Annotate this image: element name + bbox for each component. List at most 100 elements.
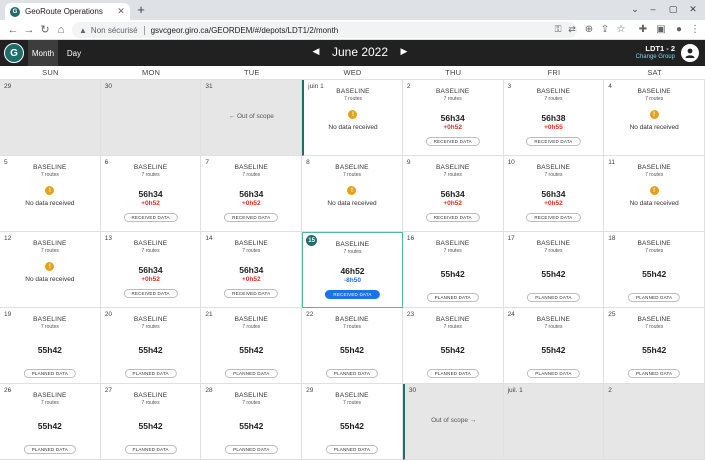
day-cell[interactable]: 27 BASELINE 7 routes 55h42 PLANNED DATA [100, 384, 202, 460]
day-cell[interactable]: 30 [100, 80, 202, 156]
star-icon[interactable]: ☆ [614, 23, 628, 37]
day-cell[interactable]: 6 BASELINE 7 routes 56h34 +0h52 RECEIVED DATA [100, 156, 202, 232]
planned-data-button[interactable]: PLANNED DATA [527, 293, 580, 302]
day-cell[interactable]: 8 BASELINE 7 routes! No data received [302, 156, 403, 232]
received-data-button[interactable]: RECEIVED DATA [325, 290, 380, 299]
day-cell[interactable]: juil. 1 [503, 384, 605, 460]
day-cell[interactable]: 29 BASELINE 7 routes 55h42 PLANNED DATA [302, 384, 403, 460]
home-icon[interactable]: ⌂ [54, 23, 68, 37]
address-bar[interactable]: ▲ Non sécurisé gsvcgeor.giro.ca/GEORDEM/… [72, 22, 577, 38]
key-icon[interactable]: ⚿ [552, 24, 564, 35]
received-data-button[interactable]: RECEIVED DATA [123, 289, 178, 298]
previous-month-icon[interactable]: ◀ [311, 46, 321, 57]
new-tab-icon[interactable]: + [134, 3, 148, 17]
day-cell[interactable]: 2 [604, 384, 705, 460]
day-cell[interactable]: 28 BASELINE 7 routes 55h42 PLANNED DATA [201, 384, 303, 460]
route-count: 7 routes [443, 96, 462, 102]
planned-data-button[interactable]: PLANNED DATA [628, 369, 681, 378]
zoom-icon[interactable]: ⊕ [582, 23, 596, 37]
day-cell[interactable]: 30 Out of scope → [402, 384, 504, 460]
planned-data-button[interactable]: PLANNED DATA [527, 369, 580, 378]
received-data-button[interactable]: RECEIVED DATA [224, 213, 279, 222]
chevron-down-icon[interactable]: ⌄ [628, 2, 642, 16]
baseline-label: BASELINE [637, 164, 671, 171]
extensions-icon[interactable]: ✚ [636, 23, 650, 37]
georoute-logo-icon[interactable]: G [4, 43, 24, 63]
favicon-icon: G [10, 6, 20, 17]
day-cell[interactable]: 3 BASELINE 7 routes 56h38 +0h55 RECEIVED DATA [503, 80, 605, 156]
received-data-button[interactable]: RECEIVED DATA [526, 137, 581, 146]
reload-icon[interactable]: ↻ [38, 23, 52, 37]
day-cell[interactable]: 7 BASELINE 7 routes 56h34 +0h52 RECEIVED DATA [201, 156, 303, 232]
planned-data-button[interactable]: PLANNED DATA [225, 445, 278, 454]
received-data-button[interactable]: RECEIVED DATA [425, 213, 480, 222]
day-cell[interactable]: 16 BASELINE 7 routes 55h42 PLANNED DATA [402, 232, 504, 308]
translate-icon[interactable]: ⇄ [566, 24, 578, 35]
omnibox-divider [143, 25, 145, 35]
day-cell[interactable]: 12 BASELINE 7 routes! No data received [0, 232, 101, 308]
hours-difference: +0h52 [443, 124, 463, 131]
view-day-button[interactable]: Day [62, 40, 86, 66]
day-cell[interactable]: 18 BASELINE 7 routes 55h42 PLANNED DATA [604, 232, 705, 308]
planned-data-button[interactable]: PLANNED DATA [325, 369, 379, 378]
day-cell[interactable]: 25 BASELINE 7 routes 55h42 PLANNED DATA [604, 308, 705, 384]
planned-data-button[interactable]: PLANNED DATA [124, 369, 177, 378]
planned-data-button[interactable]: PLANNED DATA [23, 445, 76, 454]
hours-value: 56h34 [440, 113, 465, 123]
window-close-icon[interactable]: ✕ [686, 2, 700, 16]
day-cell[interactable]: 31 ← Out of scope [201, 80, 303, 156]
planned-data-button[interactable]: PLANNED DATA [23, 369, 76, 378]
day-cell[interactable]: juin 1 BASELINE 7 routes! No data received [302, 80, 403, 156]
received-data-button[interactable]: RECEIVED DATA [123, 213, 178, 222]
profile-icon[interactable]: ● [672, 23, 686, 37]
planned-data-button[interactable]: PLANNED DATA [124, 445, 177, 454]
received-data-button[interactable]: RECEIVED DATA [425, 137, 480, 146]
received-data-button[interactable]: RECEIVED DATA [526, 213, 581, 222]
day-cell[interactable]: 24 BASELINE 7 routes 55h42 PLANNED DATA [503, 308, 605, 384]
baseline-label: BASELINE [436, 88, 470, 95]
forward-icon[interactable]: → [22, 23, 36, 37]
insecure-label: Non sécurisé [90, 25, 138, 35]
browser-tab[interactable]: G GeoRoute Operations ✕ [5, 3, 130, 20]
route-count: 7 routes [645, 172, 664, 178]
planned-data-button[interactable]: PLANNED DATA [426, 293, 479, 302]
received-data-button[interactable]: RECEIVED DATA [224, 289, 279, 298]
day-cell[interactable]: 4 BASELINE 7 routes! No data received [604, 80, 705, 156]
side-panel-icon[interactable]: ▣ [654, 23, 668, 37]
day-cell[interactable]: 13 BASELINE 7 routes 56h34 +0h52 RECEIVED DAT… [100, 232, 202, 308]
day-cell[interactable]: 9 BASELINE 7 routes 56h34 +0h52 RECEIVED DATA [402, 156, 504, 232]
minimize-icon[interactable]: – [646, 2, 660, 16]
day-cell[interactable]: 17 BASELINE 7 routes 55h42 PLANNED DATA [503, 232, 605, 308]
change-group-link[interactable]: Change Group [636, 54, 675, 60]
hours-value: 56h34 [541, 189, 566, 199]
user-avatar-icon[interactable] [681, 44, 699, 62]
planned-data-button[interactable]: PLANNED DATA [225, 369, 278, 378]
day-cell[interactable]: 5 BASELINE 7 routes! No data received [0, 156, 101, 232]
day-cell[interactable]: 20 BASELINE 7 routes 55h42 PLANNED DATA [100, 308, 202, 384]
hours-difference: -8h50 [344, 277, 361, 284]
day-cell[interactable]: 22 BASELINE 7 routes 55h42 PLANNED DATA [302, 308, 403, 384]
view-month-button[interactable]: Month [28, 40, 58, 66]
route-count: 7 routes [544, 324, 563, 330]
share-icon[interactable]: ⇪ [598, 23, 612, 37]
next-month-icon[interactable]: ▶ [399, 46, 409, 57]
day-cell[interactable]: 10 BASELINE 7 routes 56h34 +0h52 RECEIVED DAT… [503, 156, 605, 232]
baseline-label: BASELINE [234, 316, 268, 323]
day-cell[interactable]: 21 BASELINE 7 routes 55h42 PLANNED DATA [201, 308, 303, 384]
planned-data-button[interactable]: PLANNED DATA [628, 293, 681, 302]
hours-value: 55h42 [37, 421, 62, 431]
planned-data-button[interactable]: PLANNED DATA [426, 369, 479, 378]
day-cell[interactable]: 11 BASELINE 7 routes! No data received [604, 156, 705, 232]
day-cell[interactable]: 19 BASELINE 7 routes 55h42 PLANNED DATA [0, 308, 101, 384]
day-cell[interactable]: 29 [0, 80, 101, 156]
close-icon[interactable]: ✕ [116, 6, 126, 17]
day-cell[interactable]: 14 BASELINE 7 routes 56h34 +0h52 RECEIVED DAT… [201, 232, 303, 308]
maximize-icon[interactable]: ▢ [666, 2, 680, 16]
day-cell[interactable]: 26 BASELINE 7 routes 55h42 PLANNED DATA [0, 384, 101, 460]
day-cell[interactable]: 23 BASELINE 7 routes 55h42 PLANNED DATA [402, 308, 504, 384]
planned-data-button[interactable]: PLANNED DATA [325, 445, 379, 454]
day-cell[interactable]: 2 BASELINE 7 routes 56h34 +0h52 RECEIVED DATA [402, 80, 504, 156]
menu-icon[interactable]: ⋮ [688, 23, 702, 37]
day-cell[interactable]: 15 BASELINE 7 routes 46h52 -8h50 RECEIVED DAT… [302, 232, 403, 308]
back-icon[interactable]: ← [6, 23, 20, 37]
